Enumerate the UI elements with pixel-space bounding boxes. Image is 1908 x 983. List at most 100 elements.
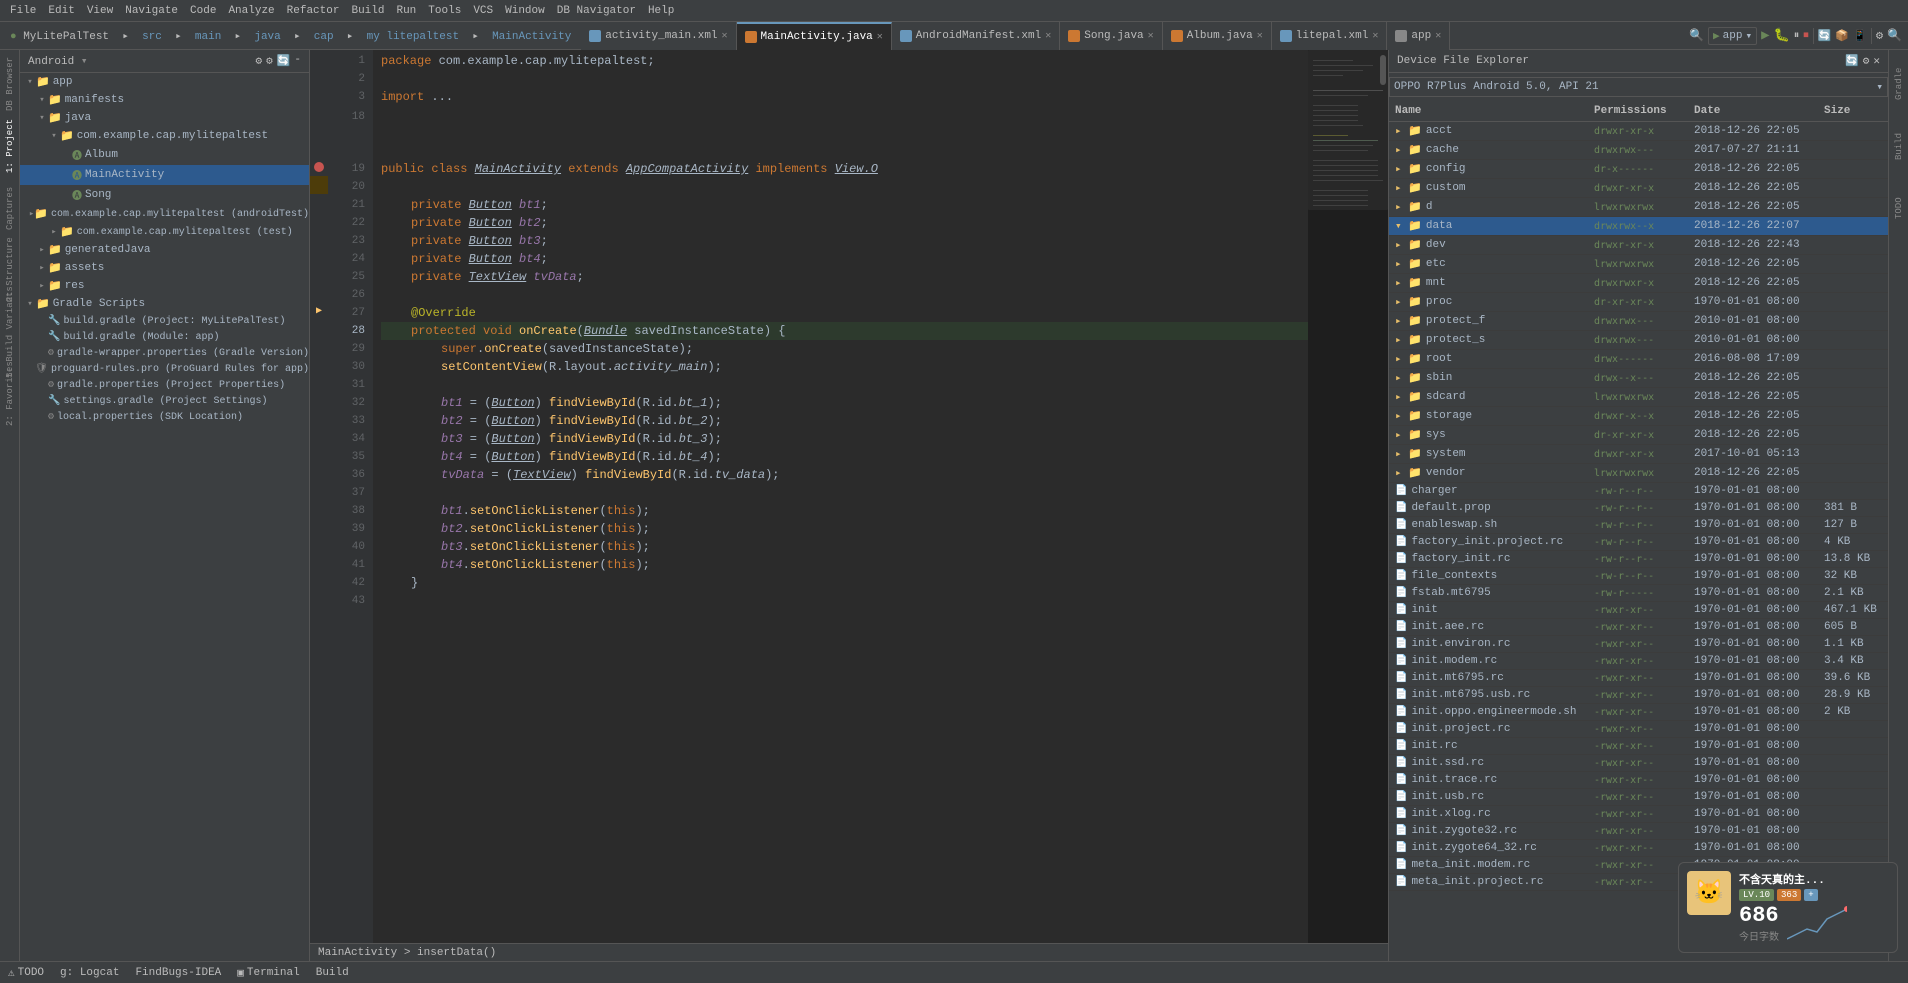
search-everywhere-icon[interactable]: 🔍: [1689, 28, 1704, 43]
file-row-init-trace[interactable]: 📄init.trace.rc -rwxr-xr-- 1970-01-01 08:…: [1389, 772, 1888, 789]
tree-item-test[interactable]: ▸ 📁 com.example.cap.mylitepaltest (test): [20, 223, 309, 241]
build-button[interactable]: Build: [316, 967, 349, 979]
tree-item-build-gradle-project[interactable]: 🔧 build.gradle (Project: MyLitePalTest): [20, 313, 309, 329]
close-icon[interactable]: ✕: [1045, 30, 1051, 42]
logcat-button[interactable]: g: Logcat: [60, 967, 119, 979]
file-row-init-zygote32[interactable]: 📄init.zygote32.rc -rwxr-xr-- 1970-01-01 …: [1389, 823, 1888, 840]
file-row-init-ssd[interactable]: 📄init.ssd.rc -rwxr-xr-- 1970-01-01 08:00: [1389, 755, 1888, 772]
tab-album-java[interactable]: Album.java ✕: [1163, 22, 1272, 50]
code-view[interactable]: ▶ 1 2 3 18 19 20: [310, 50, 1388, 943]
file-row-sdcard[interactable]: ▸ 📁sdcard lrwxrwxrwx 2018-12-26 22:05: [1389, 388, 1888, 407]
tree-item-proguard[interactable]: 🛡 proguard-rules.pro (ProGuard Rules for…: [20, 361, 309, 377]
file-row-custom[interactable]: ▸ 📁custom drwxr-xr-x 2018-12-26 22:05: [1389, 179, 1888, 198]
file-row-system[interactable]: ▸ 📁system drwxr-xr-x 2017-10-01 05:13: [1389, 445, 1888, 464]
file-row-init-project[interactable]: 📄init.project.rc -rwxr-xr-- 1970-01-01 0…: [1389, 721, 1888, 738]
close-icon[interactable]: ✕: [1873, 54, 1880, 68]
menu-dbnavigator[interactable]: DB Navigator: [551, 5, 642, 17]
tab-litepal-xml[interactable]: litepal.xml ✕: [1272, 22, 1388, 50]
close-icon[interactable]: ✕: [722, 30, 728, 42]
tree-item-gradle-scripts[interactable]: ▾ 📁 Gradle Scripts: [20, 295, 309, 313]
file-row-protect-s[interactable]: ▸ 📁protect_s drwxrwx--- 2010-01-01 08:00: [1389, 331, 1888, 350]
menu-help[interactable]: Help: [642, 5, 680, 17]
sidebar-item-build[interactable]: Build: [1890, 116, 1908, 176]
file-row-init-aee[interactable]: 📄init.aee.rc -rwxr-xr-- 1970-01-01 08:00…: [1389, 619, 1888, 636]
file-row-factory-init[interactable]: 📄factory_init.rc -rw-r--r-- 1970-01-01 0…: [1389, 551, 1888, 568]
tree-item-generatedjava[interactable]: ▸ 📁 generatedJava: [20, 241, 309, 259]
findbugs-button[interactable]: FindBugs-IDEA: [135, 967, 221, 979]
file-row-init-environ[interactable]: 📄init.environ.rc -rwxr-xr-- 1970-01-01 0…: [1389, 636, 1888, 653]
file-row-root[interactable]: ▸ 📁root drwx------ 2016-08-08 17:09: [1389, 350, 1888, 369]
file-row-init-oppo[interactable]: 📄init.oppo.engineermode.sh -rwxr-xr-- 19…: [1389, 704, 1888, 721]
tab-app[interactable]: app ✕: [1387, 22, 1450, 50]
file-row-factory-init-project[interactable]: 📄factory_init.project.rc -rw-r--r-- 1970…: [1389, 534, 1888, 551]
refresh-icon[interactable]: 🔄: [1845, 54, 1859, 68]
tree-item-gradle-wrapper[interactable]: ⚙ gradle-wrapper.properties (Gradle Vers…: [20, 345, 309, 361]
file-row-mnt[interactable]: ▸ 📁mnt drwxrwxr-x 2018-12-26 22:05: [1389, 274, 1888, 293]
menu-window[interactable]: Window: [499, 5, 551, 17]
menu-run[interactable]: Run: [390, 5, 422, 17]
tree-item-local-props[interactable]: ⚙ local.properties (SDK Location): [20, 409, 309, 425]
tab-song-java[interactable]: Song.java ✕: [1060, 22, 1162, 50]
debug-button[interactable]: 🐛: [1774, 28, 1790, 43]
tree-item-build-gradle-module[interactable]: 🔧 build.gradle (Module: app): [20, 329, 309, 345]
menu-edit[interactable]: Edit: [42, 5, 80, 17]
close-icon[interactable]: ✕: [1148, 30, 1154, 42]
menu-code[interactable]: Code: [184, 5, 222, 17]
sidebar-sync-icon[interactable]: 🔄: [277, 54, 291, 68]
breakpoint-marker[interactable]: [310, 158, 328, 176]
file-row-storage[interactable]: ▸ 📁storage drwxr-x--x 2018-12-26 22:05: [1389, 407, 1888, 426]
file-row-sbin[interactable]: ▸ 📁sbin drwx--x--- 2018-12-26 22:05: [1389, 369, 1888, 388]
file-row-init-rc[interactable]: 📄init.rc -rwxr-xr-- 1970-01-01 08:00: [1389, 738, 1888, 755]
menu-vcs[interactable]: VCS: [467, 5, 499, 17]
sidebar-item-build-variants[interactable]: 5: Build Variants: [1, 302, 19, 362]
menu-tools[interactable]: Tools: [422, 5, 467, 17]
close-icon[interactable]: ✕: [877, 31, 883, 43]
sidebar-settings-icon[interactable]: ⚙: [255, 54, 262, 68]
file-row-vendor[interactable]: ▸ 📁vendor lrwxrwxrwx 2018-12-26 22:05: [1389, 464, 1888, 483]
tree-item-androidtest[interactable]: ▸ 📁 com.example.cap.mylitepaltest (andro…: [20, 205, 309, 223]
sidebar-item-todo[interactable]: TODO: [1890, 178, 1908, 238]
menu-view[interactable]: View: [81, 5, 119, 17]
coverage-button[interactable]: ⏸: [1794, 30, 1800, 42]
file-row-enableswap[interactable]: 📄enableswap.sh -rw-r--r-- 1970-01-01 08:…: [1389, 517, 1888, 534]
file-row-protect-f[interactable]: ▸ 📁protect_f drwxrwx--- 2010-01-01 08:00: [1389, 312, 1888, 331]
run-config-dropdown[interactable]: ▶ app ▾: [1708, 27, 1757, 45]
menu-file[interactable]: File: [4, 5, 42, 17]
file-row-charger[interactable]: 📄charger -rw-r--r-- 1970-01-01 08:00: [1389, 483, 1888, 500]
file-row-config[interactable]: ▸ 📁config dr-x------ 2018-12-26 22:05: [1389, 160, 1888, 179]
menu-build[interactable]: Build: [345, 5, 390, 17]
close-icon[interactable]: ✕: [1257, 30, 1263, 42]
menu-navigate[interactable]: Navigate: [119, 5, 184, 17]
sdk-manager-icon[interactable]: 📦: [1835, 29, 1849, 43]
search-icon[interactable]: 🔍: [1887, 28, 1902, 43]
file-row-dev[interactable]: ▸ 📁dev drwxr-xr-x 2018-12-26 22:43: [1389, 236, 1888, 255]
sidebar-item-gradle[interactable]: Gradle: [1890, 54, 1908, 114]
tree-item-settings-gradle[interactable]: 🔧 settings.gradle (Project Settings): [20, 393, 309, 409]
close-icon[interactable]: ✕: [1435, 30, 1441, 42]
tree-item-song[interactable]: 🅐 Song: [20, 185, 309, 205]
sidebar-item-favorites[interactable]: 2: Favorites: [1, 364, 19, 424]
file-row-cache[interactable]: ▸ 📁cache drwxrwx--- 2017-07-27 21:11: [1389, 141, 1888, 160]
tree-item-gradle-props[interactable]: ⚙ gradle.properties (Project Properties): [20, 377, 309, 393]
tree-item-mainactivity[interactable]: 🅐 MainActivity: [20, 165, 309, 185]
tree-item-package[interactable]: ▾ 📁 com.example.cap.mylitepaltest: [20, 127, 309, 145]
tab-androidmanifest-xml[interactable]: AndroidManifest.xml ✕: [892, 22, 1060, 50]
file-row-d[interactable]: ▸ 📁d lrwxrwxrwx 2018-12-26 22:05: [1389, 198, 1888, 217]
stop-button[interactable]: ⏹: [1803, 30, 1809, 42]
tree-item-res[interactable]: ▸ 📁 res: [20, 277, 309, 295]
settings-icon[interactable]: ⚙: [1876, 28, 1883, 43]
terminal-button[interactable]: ▣ Terminal: [237, 966, 299, 980]
file-row-init-mt6795[interactable]: 📄init.mt6795.rc -rwxr-xr-- 1970-01-01 08…: [1389, 670, 1888, 687]
sidebar-gear-icon[interactable]: ⚙: [266, 54, 273, 68]
file-row-init-modem[interactable]: 📄init.modem.rc -rwxr-xr-- 1970-01-01 08:…: [1389, 653, 1888, 670]
file-row-default-prop[interactable]: 📄default.prop -rw-r--r-- 1970-01-01 08:0…: [1389, 500, 1888, 517]
file-row-fstab[interactable]: 📄fstab.mt6795 -rw-r----- 1970-01-01 08:0…: [1389, 585, 1888, 602]
file-row-proc[interactable]: ▸ 📁proc dr-xr-xr-x 1970-01-01 08:00: [1389, 293, 1888, 312]
run-button[interactable]: ▶: [1761, 27, 1769, 44]
avd-manager-icon[interactable]: 📱: [1853, 29, 1867, 43]
sync-button[interactable]: 🔄: [1818, 29, 1832, 43]
tree-item-app[interactable]: ▾ 📁 app: [20, 73, 309, 91]
file-row-init-mt6795-usb[interactable]: 📄init.mt6795.usb.rc -rwxr-xr-- 1970-01-0…: [1389, 687, 1888, 704]
device-selector[interactable]: OPPO R7Plus Android 5.0, API 21 ▾: [1389, 77, 1888, 97]
tree-item-java[interactable]: ▾ 📁 java: [20, 109, 309, 127]
